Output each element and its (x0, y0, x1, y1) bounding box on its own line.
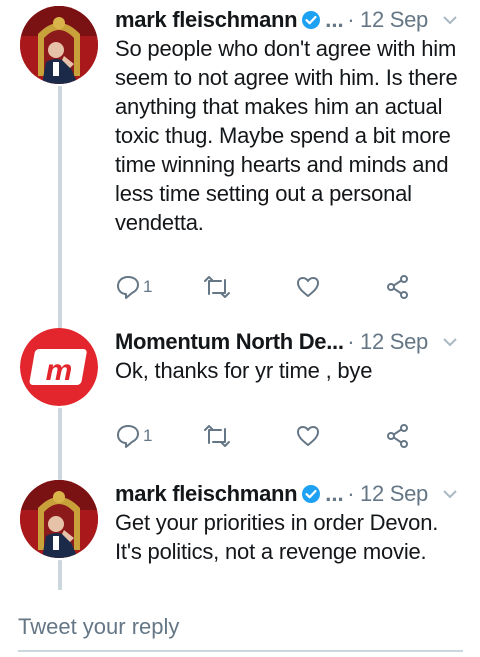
share-button[interactable] (385, 272, 411, 302)
reply-button[interactable]: 1 (115, 272, 152, 302)
author-name[interactable]: Momentum North De... (115, 329, 344, 354)
chevron-down-icon[interactable] (442, 14, 458, 26)
reply-count: 1 (143, 277, 153, 296)
momentum-logo-mark: m (46, 354, 73, 387)
tweet-date[interactable]: · 12 Sep (347, 478, 428, 510)
share-button[interactable] (385, 421, 411, 451)
tweet-text: Ok, thanks for yr time , bye (115, 358, 373, 383)
retweet-icon (204, 276, 230, 298)
tweet-actions: 1 (115, 421, 425, 451)
avatar[interactable] (20, 480, 98, 558)
tweet[interactable]: mark fleischmann... · 12 Sep Get your pr… (0, 478, 480, 578)
reply-input[interactable]: Tweet your reply (18, 610, 463, 652)
tweet-date[interactable]: · 12 Sep (347, 326, 428, 358)
tweet-date[interactable]: · 12 Sep (347, 4, 428, 36)
verified-badge-icon (302, 11, 321, 29)
retweet-button[interactable] (203, 272, 231, 302)
like-button[interactable] (295, 421, 321, 451)
chevron-down-icon[interactable] (442, 336, 458, 348)
heart-icon (297, 426, 319, 446)
tweet-text: Get your priorities in order Devon. It's… (115, 510, 439, 564)
tweet-header: mark fleischmann... · 12 Sep (115, 478, 480, 510)
share-icon (387, 424, 408, 448)
avatar[interactable]: m (20, 328, 98, 406)
verified-badge-icon (302, 485, 321, 503)
tweet-header: Momentum North De... · 12 Sep (115, 326, 480, 358)
reply-count: 1 (143, 426, 153, 445)
author-name[interactable]: mark fleischmann (115, 481, 298, 506)
tweet-header: mark fleischmann... · 12 Sep (115, 4, 480, 36)
tweet-actions: 1 (115, 272, 425, 302)
like-button[interactable] (295, 272, 321, 302)
tweet[interactable]: m Momentum North De... · 12 Sep Ok, than… (0, 326, 480, 466)
name-truncation: ... (325, 7, 344, 32)
retweet-button[interactable] (203, 421, 231, 451)
avatar[interactable] (20, 6, 98, 84)
reply-icon (117, 425, 139, 448)
author-name[interactable]: mark fleischmann (115, 7, 298, 32)
retweet-icon (204, 425, 230, 447)
tweet-text: So people who don't agree with him seem … (115, 36, 458, 235)
name-truncation: ... (325, 481, 344, 506)
reply-button[interactable]: 1 (115, 421, 152, 451)
share-icon (387, 275, 408, 299)
reply-placeholder: Tweet your reply (18, 614, 180, 639)
chevron-down-icon[interactable] (442, 488, 458, 500)
reply-icon (117, 276, 139, 299)
tweet[interactable]: mark fleischmann... · 12 Sep So people w… (0, 4, 480, 304)
heart-icon (297, 277, 319, 297)
